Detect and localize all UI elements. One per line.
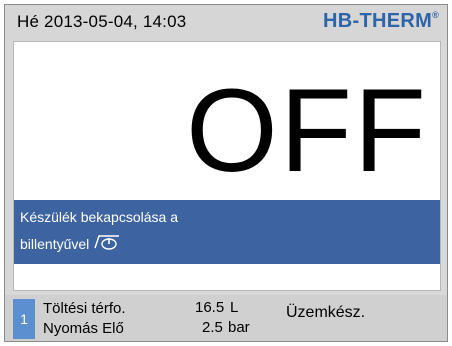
instruction-message-bar: Készülék bekapcsolása a billentyűvel [14,200,440,264]
display-frame: Hé 2013-05-04, 14:03 HB-THERM® OFF Készü… [4,4,448,342]
power-key-icon [93,234,121,252]
pressure-unit: bar [228,319,250,336]
status-footer: 1 Töltési térfo. 16.5 L Nyomás Elő 2.5 b… [5,295,447,341]
message-line-1: Készülék bekapcsolása a [20,209,178,225]
channel-badge[interactable]: 1 [13,299,35,339]
message-line-2-text: billentyűvel [20,236,90,252]
datetime-display: Hé 2013-05-04, 14:03 [17,12,187,31]
fill-volume-label: Töltési térfo. [43,300,126,317]
main-display-panel: OFF Készülék bekapcsolása a billentyűvel [13,41,441,291]
brand-logo: HB-THERM® [323,10,439,33]
pressure-label: Nyomás Elő [43,320,124,337]
header-bar: Hé 2013-05-04, 14:03 HB-THERM® [5,5,447,41]
machine-state-text: OFF [186,65,428,197]
registered-mark: ® [432,10,439,20]
message-line-2: billentyűvel [20,234,121,254]
pressure-value: 2.5 [202,319,223,336]
operation-status: Üzemkész. [286,304,366,321]
fill-volume-unit: L [230,299,239,316]
fill-volume-value: 16.5 [195,299,225,316]
controller-screen: Hé 2013-05-04, 14:03 HB-THERM® OFF Készü… [0,0,452,346]
brand-logo-text: HB-THERM [323,10,433,32]
